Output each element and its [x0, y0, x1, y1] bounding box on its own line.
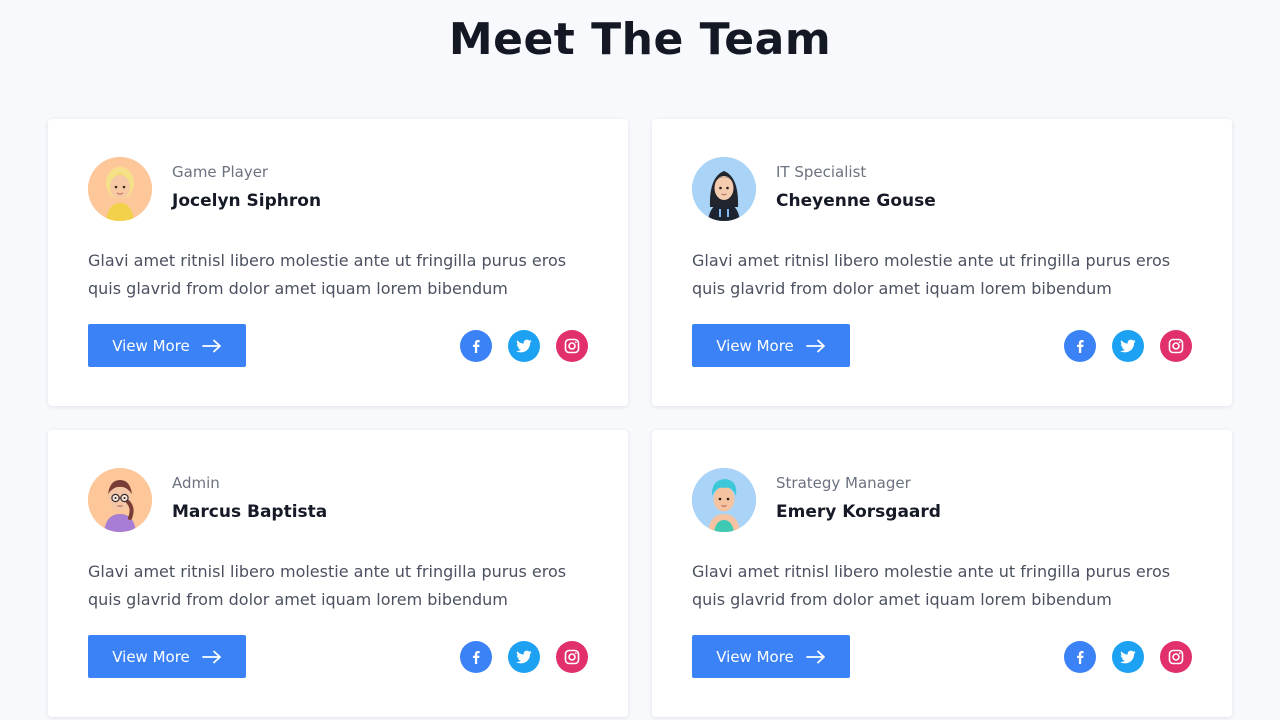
twitter-icon[interactable] [508, 641, 540, 673]
facebook-icon[interactable] [1064, 330, 1096, 362]
facebook-icon[interactable] [460, 641, 492, 673]
view-more-label: View More [112, 647, 190, 666]
instagram-icon[interactable] [556, 641, 588, 673]
avatar [88, 157, 152, 221]
member-role: Game Player [172, 163, 269, 181]
member-name: Cheyenne Gouse [776, 191, 936, 211]
avatar-blonde-woman-icon [88, 157, 152, 221]
member-role: Strategy Manager [776, 474, 911, 492]
view-more-button[interactable]: View More [692, 324, 850, 367]
arrow-right-icon [805, 339, 826, 353]
member-name: Emery Korsgaard [776, 502, 941, 522]
view-more-button[interactable]: View More [88, 324, 246, 367]
facebook-icon[interactable] [1064, 641, 1096, 673]
team-card: Strategy Manager Emery Korsgaard Glavi a… [652, 430, 1232, 717]
team-card: IT Specialist Cheyenne Gouse Glavi amet … [652, 119, 1232, 406]
view-more-label: View More [716, 336, 794, 355]
avatar-dark-hair-woman-icon [692, 157, 756, 221]
arrow-right-icon [201, 650, 222, 664]
member-role: IT Specialist [776, 163, 867, 181]
view-more-label: View More [112, 336, 190, 355]
instagram-icon[interactable] [1160, 330, 1192, 362]
social-links [460, 330, 588, 362]
facebook-icon[interactable] [460, 330, 492, 362]
avatar [692, 157, 756, 221]
member-name: Jocelyn Siphron [172, 191, 322, 211]
social-links [1064, 330, 1192, 362]
member-role: Admin [172, 474, 220, 492]
avatar [692, 468, 756, 532]
team-card: Game Player Jocelyn Siphron Glavi amet r… [48, 119, 628, 406]
view-more-button[interactable]: View More [88, 635, 246, 678]
team-card: Admin Marcus Baptista Glavi amet ritnisl… [48, 430, 628, 717]
twitter-icon[interactable] [1112, 641, 1144, 673]
instagram-icon[interactable] [1160, 641, 1192, 673]
twitter-icon[interactable] [1112, 330, 1144, 362]
avatar-glasses-person-icon [88, 468, 152, 532]
arrow-right-icon [201, 339, 222, 353]
social-links [1064, 641, 1192, 673]
instagram-icon[interactable] [556, 330, 588, 362]
arrow-right-icon [805, 650, 826, 664]
avatar [88, 468, 152, 532]
member-name: Marcus Baptista [172, 502, 328, 522]
member-bio: Glavi amet ritnisl libero molestie ante … [88, 562, 567, 609]
member-bio: Glavi amet ritnisl libero molestie ante … [692, 251, 1171, 298]
twitter-icon[interactable] [508, 330, 540, 362]
avatar-teal-hair-man-icon [692, 468, 756, 532]
view-more-label: View More [716, 647, 794, 666]
member-bio: Glavi amet ritnisl libero molestie ante … [692, 562, 1171, 609]
view-more-button[interactable]: View More [692, 635, 850, 678]
team-grid: Game Player Jocelyn Siphron Glavi amet r… [48, 119, 1232, 717]
social-links [460, 641, 588, 673]
member-bio: Glavi amet ritnisl libero molestie ante … [88, 251, 567, 298]
page-title: Meet The Team [448, 14, 832, 65]
